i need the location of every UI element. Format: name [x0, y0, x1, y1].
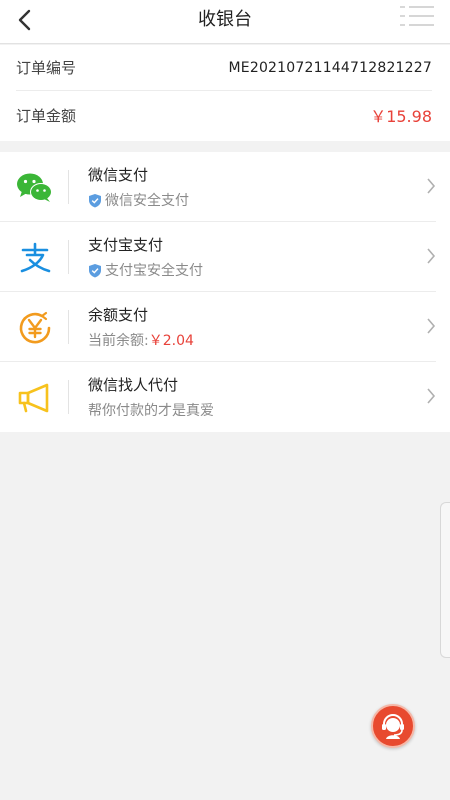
- payment-subtitle-text: 微信安全支付: [105, 193, 189, 209]
- shield-check-icon: [88, 193, 102, 208]
- payment-option-wechat[interactable]: 微信支付 微信安全支付: [0, 152, 450, 222]
- alipay-icon: [14, 237, 56, 279]
- chevron-right-icon: [427, 178, 436, 194]
- order-info-card: 订单编号 ME20210721144712821227 订单金额 ￥15.98: [0, 45, 450, 141]
- payment-name: 余额支付: [88, 306, 149, 324]
- shield-check-icon: [88, 263, 102, 278]
- payment-option-friend-pay[interactable]: 微信找人代付 帮你付款的才是真爱: [0, 362, 450, 432]
- page-title: 收银台: [198, 9, 252, 30]
- balance-amount: ￥2.04: [148, 333, 194, 349]
- divider: [68, 310, 69, 344]
- payment-subtitle: 当前余额: ￥2.04: [88, 330, 194, 350]
- payment-name: 微信支付: [88, 166, 149, 184]
- yuan-coin-icon: [14, 307, 56, 349]
- headset-icon: [382, 714, 404, 739]
- app-header: 收银台: [0, 0, 450, 44]
- payment-option-balance[interactable]: 余额支付 当前余额: ￥2.04: [0, 292, 450, 362]
- side-drawer-handle[interactable]: [440, 502, 450, 658]
- order-number-value: ME20210721144712821227: [228, 59, 432, 76]
- order-amount-value: ￥15.98: [370, 107, 432, 126]
- payment-subtitle-text: 支付宝安全支付: [105, 263, 203, 279]
- divider: [68, 170, 69, 204]
- wechat-icon: [14, 167, 56, 209]
- chevron-right-icon: [427, 318, 436, 334]
- payment-option-alipay[interactable]: 支付宝支付 支付宝安全支付: [0, 222, 450, 292]
- menu-icon: [400, 6, 434, 26]
- payment-methods-list: 微信支付 微信安全支付 支付宝支付 支付宝安全支付 余额支付 当前余额: ￥2.…: [0, 152, 450, 432]
- order-amount-label: 订单金额: [16, 106, 77, 125]
- order-number-row: 订单编号 ME20210721144712821227: [16, 45, 432, 91]
- divider: [68, 380, 69, 414]
- chevron-right-icon: [427, 248, 436, 264]
- payment-subtitle: 帮你付款的才是真爱: [88, 400, 214, 420]
- customer-service-button[interactable]: [371, 704, 415, 748]
- chevron-right-icon: [427, 388, 436, 404]
- megaphone-icon: [14, 377, 56, 419]
- payment-subtitle: 微信安全支付: [88, 190, 189, 210]
- balance-label: 当前余额:: [88, 333, 149, 349]
- payment-subtitle-text: 帮你付款的才是真爱: [88, 403, 214, 419]
- menu-button[interactable]: [400, 4, 436, 30]
- order-number-label: 订单编号: [16, 59, 77, 77]
- divider: [68, 240, 69, 274]
- payment-subtitle: 支付宝安全支付: [88, 260, 203, 280]
- order-amount-row: 订单金额 ￥15.98: [16, 92, 432, 138]
- payment-name: 微信找人代付: [88, 376, 179, 394]
- payment-name: 支付宝支付: [88, 236, 164, 254]
